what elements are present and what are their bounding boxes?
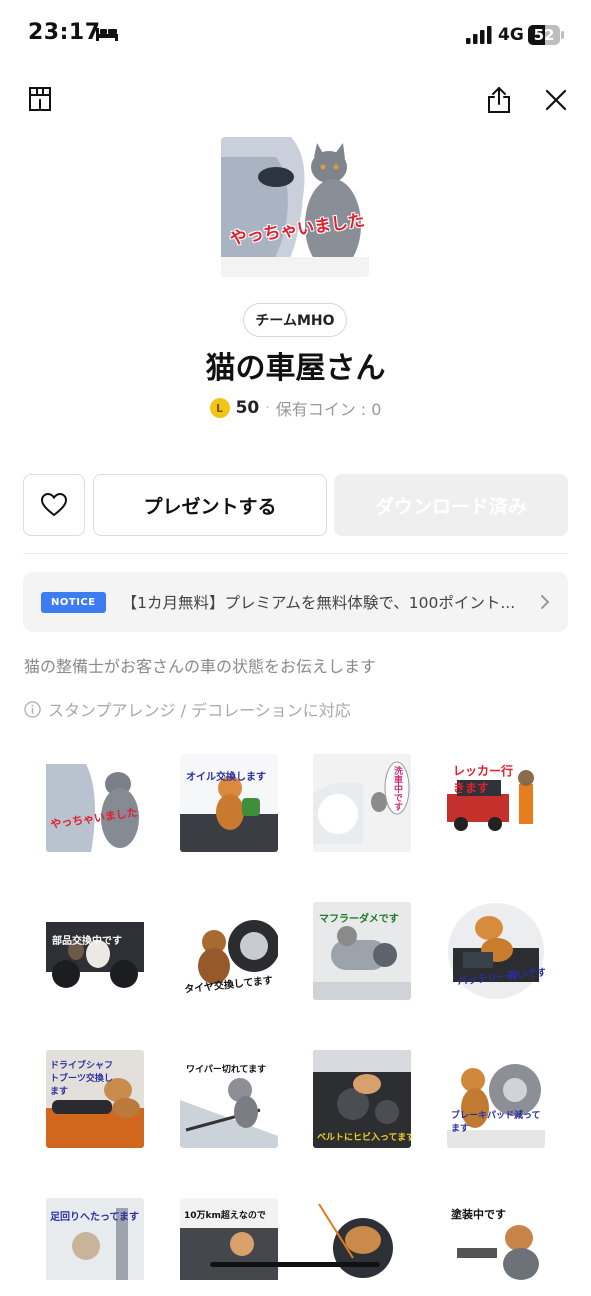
gift-button[interactable]: プレゼントする (93, 474, 327, 536)
package-title: 猫の車屋さん (205, 351, 386, 386)
separator-dot: · (265, 400, 270, 416)
sticker-item[interactable]: 洗車中です (313, 754, 411, 852)
sticker-item[interactable]: タイヤ交換してます (180, 902, 278, 1000)
price-value: 50 (235, 398, 260, 418)
info-icon (24, 700, 41, 718)
chevron-right-icon (541, 595, 550, 609)
sticker-item[interactable]: 10万km超えなので (180, 1198, 278, 1296)
sticker-caption: 足回りへたってます (50, 1212, 139, 1223)
battery-icon: 52 (528, 24, 564, 46)
sticker-item[interactable]: 足回りへたってます (46, 1198, 144, 1296)
creator-chip[interactable]: チームMHO (243, 303, 347, 337)
sticker-caption: ベルトにヒビ入ってます (317, 1133, 411, 1143)
sticker-item[interactable]: レッカー行きます (447, 754, 545, 852)
battery-level: 52 (533, 26, 555, 44)
sticker-caption: 部品交換中です (52, 936, 122, 947)
sticker-item[interactable] (313, 1198, 411, 1296)
notice-banner[interactable]: NOTICE 【1カ月無料】プレミアムを無料体験で、100ポイント... (23, 572, 568, 632)
network-type: 4G (498, 25, 524, 45)
home-indicator (210, 1262, 380, 1267)
sticker-caption: ブレーキパッド減ってます (451, 1111, 541, 1134)
heart-icon (41, 493, 67, 517)
notice-badge: NOTICE (41, 591, 106, 613)
feature-note: スタンプアレンジ / デコレーションに対応 (24, 697, 351, 721)
sticker-caption: 洗車中です (392, 766, 402, 811)
download-button[interactable]: ダウンロード済み (334, 474, 568, 536)
sticker-caption: ドライブシャフトブーツ交換します (50, 1061, 114, 1097)
owned-coins: 保有コイン : 0 (275, 400, 382, 419)
sticker-item[interactable]: やっちゃいました (46, 754, 144, 852)
shop-icon[interactable] (28, 86, 52, 112)
sticker-item[interactable]: オイル交換します (180, 754, 278, 852)
like-button[interactable] (23, 474, 85, 536)
package-description: 猫の整備士がお客さんの車の状態をお伝えします (24, 657, 377, 676)
feature-text: スタンプアレンジ / デコレーションに対応 (48, 701, 351, 720)
sticker-item[interactable]: ベルトにヒビ入ってます (313, 1050, 411, 1148)
sticker-item[interactable]: ワイパー切れてます (180, 1050, 278, 1148)
share-icon[interactable] (486, 86, 512, 114)
sticker-caption: 塗装中です (451, 1208, 506, 1221)
sticker-caption: ワイパー切れてます (186, 1065, 267, 1075)
sticker-caption: マフラーダメです (319, 914, 399, 925)
sticker-item[interactable]: マフラーダメです (313, 902, 411, 1000)
main-sticker-image: やっちゃいました (221, 137, 369, 277)
sticker-caption: 10万km超えなので (184, 1211, 266, 1221)
sticker-caption: レッカー行きます (453, 764, 514, 795)
notice-text: 【1カ月無料】プレミアムを無料体験で、100ポイント... (121, 594, 516, 612)
cellular-signal-icon (466, 26, 492, 44)
sticker-caption: オイル交換します (186, 772, 266, 783)
coin-icon: L (209, 398, 230, 418)
close-icon[interactable] (545, 89, 567, 111)
sticker-item[interactable]: ドライブシャフトブーツ交換します (46, 1050, 144, 1148)
sleep-focus-icon (96, 28, 118, 41)
divider (23, 553, 568, 554)
sticker-item[interactable]: バッテリー弱いです (447, 902, 545, 1000)
price-row: L 50 · 保有コイン : 0 (0, 396, 591, 420)
sticker-item[interactable]: 塗装中です (447, 1198, 545, 1296)
sticker-item[interactable]: 部品交換中です (46, 902, 144, 1000)
status-time: 23:17 (28, 20, 101, 45)
sticker-item[interactable]: ブレーキパッド減ってます (447, 1050, 545, 1148)
